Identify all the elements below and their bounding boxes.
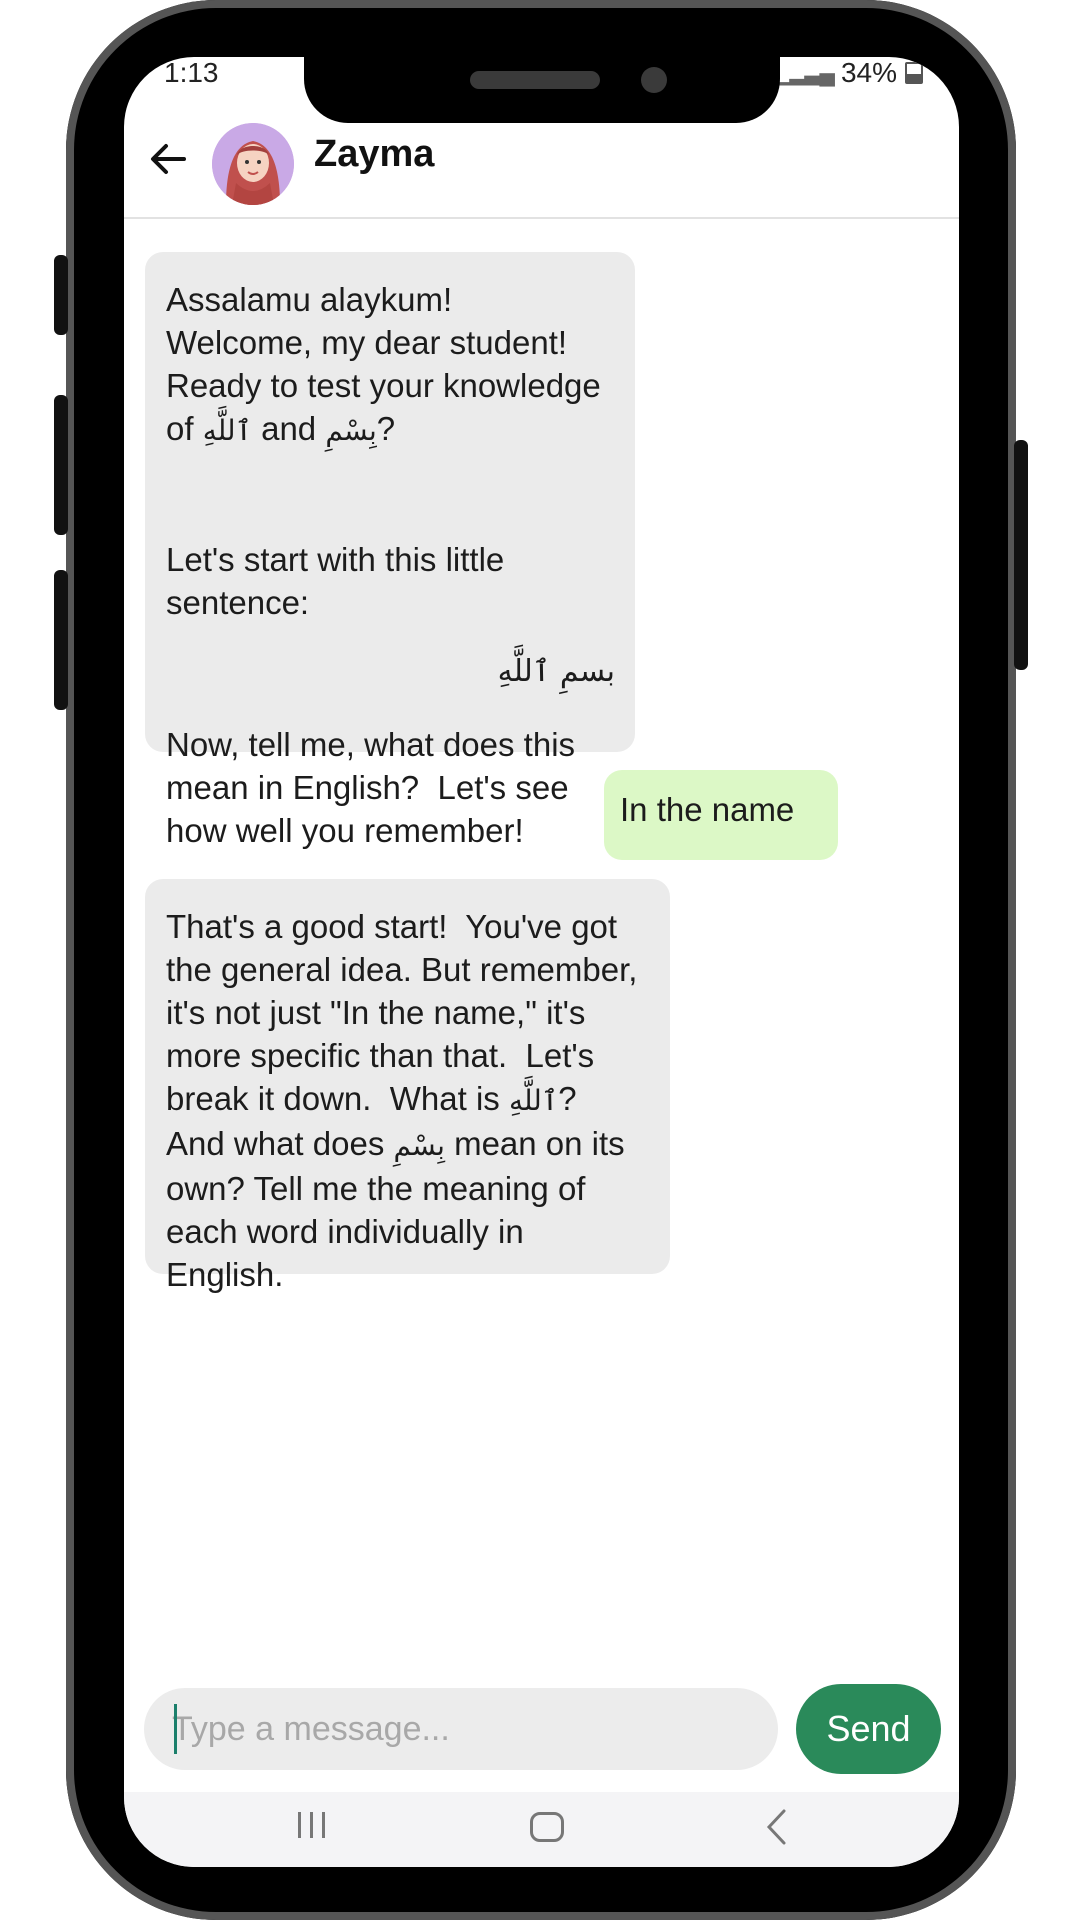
contact-name: Zayma bbox=[314, 133, 435, 175]
text-cursor bbox=[174, 1704, 177, 1754]
message-composer: Send bbox=[124, 1682, 959, 1782]
arabic-sentence: بسمِ ٱللَّهِ bbox=[497, 654, 615, 689]
speaker bbox=[470, 71, 600, 89]
bot-message: That's a good start! You've got the gene… bbox=[145, 879, 670, 1293]
avatar[interactable] bbox=[212, 123, 294, 205]
volume-button bbox=[54, 255, 68, 335]
recent-apps-icon[interactable] bbox=[294, 1810, 330, 1840]
signal-icon: ▁▂▃▄ bbox=[774, 60, 835, 85]
avatar-illustration bbox=[212, 123, 294, 205]
notch bbox=[304, 57, 780, 123]
user-message: In the name bbox=[604, 770, 838, 860]
send-button[interactable]: Send bbox=[796, 1684, 941, 1774]
arabic-word: ٱللَّهِ bbox=[508, 1084, 559, 1117]
home-icon[interactable] bbox=[530, 1812, 564, 1842]
bot-message: Assalamu alaykum! Welcome, my dear stude… bbox=[145, 252, 635, 849]
status-icons: ▁▂▃▄ 34% bbox=[775, 57, 923, 89]
arabic-word: بِسْمِ bbox=[325, 414, 377, 447]
message-input[interactable] bbox=[144, 1688, 778, 1770]
message-paragraph: Assalamu alaykum! Welcome, my dear stude… bbox=[166, 278, 615, 452]
nav-back-icon[interactable] bbox=[764, 1808, 788, 1846]
phone-screen: 1:13 ▁▂▃▄ 34% Zayma Assalamu alaykum! We… bbox=[124, 57, 959, 1867]
message-paragraph: Now, tell me, what does this mean in Eng… bbox=[166, 726, 585, 849]
volume-up-button bbox=[54, 395, 68, 535]
back-arrow-icon[interactable] bbox=[148, 139, 188, 179]
arabic-word: ٱللَّهِ bbox=[202, 414, 252, 447]
power-button bbox=[1014, 440, 1028, 670]
message-text: ? bbox=[376, 410, 396, 447]
message-text: and bbox=[251, 410, 326, 447]
battery-percent: 34% bbox=[840, 57, 897, 88]
front-camera bbox=[641, 67, 667, 93]
chat-header: Zayma bbox=[124, 117, 959, 219]
message-text: In the name bbox=[620, 791, 795, 828]
status-time: 1:13 bbox=[164, 57, 219, 88]
volume-down-button bbox=[54, 570, 68, 710]
message-paragraph: That's a good start! You've got the gene… bbox=[166, 905, 650, 1296]
battery-icon bbox=[905, 62, 923, 84]
system-navigation-bar bbox=[124, 1792, 959, 1867]
message-paragraph: Let's start with this little sentence: bbox=[166, 541, 514, 621]
arabic-word: بِسْمِ bbox=[393, 1129, 445, 1162]
